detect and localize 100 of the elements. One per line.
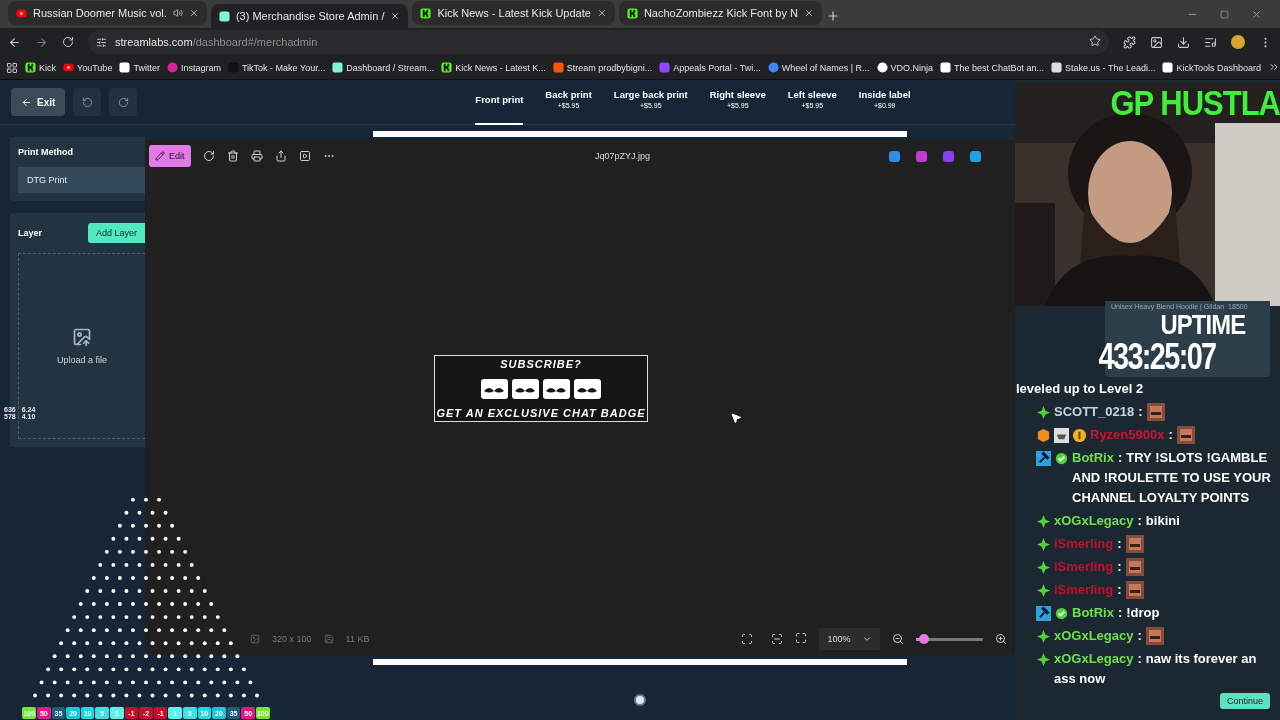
diamond-badge-icon (1036, 651, 1051, 667)
pencil-icon (155, 151, 165, 161)
site-icon (940, 62, 952, 73)
bookmark[interactable]: VDO.Ninja (890, 62, 934, 73)
cube-badge-icon (1036, 427, 1051, 443)
new-tab-icon[interactable] (825, 9, 840, 23)
site-icon (767, 62, 779, 73)
continue-button[interactable]: Continue (1219, 693, 1270, 709)
arrow-left-icon (21, 96, 32, 108)
close-icon[interactable] (390, 11, 401, 21)
bowl-badge-icon (1054, 427, 1069, 443)
play-logo-icon (63, 62, 74, 73)
hammer-badge-icon (1036, 605, 1051, 621)
coin-badge-icon (1072, 427, 1087, 443)
fullscreen-icon[interactable] (795, 632, 808, 644)
bookmark[interactable]: Dashboard / Stream... (346, 62, 435, 73)
crop-icon[interactable] (771, 633, 784, 645)
undo-button[interactable] (73, 88, 102, 116)
bookmark[interactable]: YouTube (77, 62, 113, 73)
extensions-icon[interactable] (1123, 35, 1136, 49)
close-icon[interactable] (803, 8, 814, 18)
site-icon (1051, 62, 1063, 73)
uptime-label: UPTIME (1160, 311, 1245, 339)
bookmark[interactable]: Twitter (133, 62, 160, 73)
zoom-in-icon[interactable] (995, 633, 1007, 645)
back-icon[interactable] (8, 35, 21, 49)
close-icon[interactable] (188, 8, 199, 18)
rotate-icon[interactable] (202, 150, 215, 162)
print-tab[interactable]: Front print (475, 79, 524, 125)
uptime-value: 433:25:07 (1099, 339, 1216, 375)
chat-message: xOGxLegacy : naw its forever an ass now (1054, 650, 1258, 688)
edit-button[interactable]: Edit (149, 145, 191, 167)
app-icon[interactable] (943, 150, 954, 162)
slideshow-icon[interactable] (298, 150, 311, 162)
close-icon[interactable] (596, 8, 607, 18)
site-icon (659, 62, 671, 73)
download-icon[interactable] (1177, 35, 1190, 49)
zoom-select[interactable]: 100% (819, 628, 881, 650)
forward-icon[interactable] (35, 35, 48, 49)
address-field[interactable]: streamlabs.com/dashboard#/merchadmin (88, 30, 1109, 54)
add-layer-button[interactable]: Add Layer (87, 223, 145, 243)
site-settings-icon[interactable] (96, 36, 107, 48)
redo-icon (117, 96, 129, 108)
reload-icon[interactable] (62, 36, 74, 48)
bookmark[interactable]: The best ChatBot an... (954, 62, 1045, 73)
browser-tab[interactable]: Russian Doomer Music vol. (8, 1, 207, 25)
print-method-select[interactable]: DTG Print (18, 167, 145, 193)
media-icon[interactable] (1204, 35, 1217, 49)
undo-icon (81, 96, 93, 108)
cloud-icon[interactable] (970, 150, 981, 162)
dimensions-icon (250, 634, 260, 644)
site-icon (218, 10, 230, 22)
card-title: Print Method (18, 147, 74, 157)
speaker-icon[interactable] (172, 8, 183, 18)
bookmark-star-icon[interactable] (1089, 35, 1101, 47)
bookmark[interactable]: Appeals Portal - Twi... (673, 62, 761, 73)
upload-icon (72, 327, 92, 347)
card-title: Layer (18, 228, 43, 238)
diamond-badge-icon (1036, 536, 1051, 552)
hammer-badge-icon (1036, 450, 1051, 466)
share-icon[interactable] (274, 150, 287, 162)
slider-thumb[interactable] (919, 634, 930, 644)
site-icon (626, 7, 638, 19)
bookmark[interactable]: Stake.us - The Leadi... (1065, 62, 1156, 73)
chat-message: iSmerling : (1054, 581, 1123, 599)
profile-avatar[interactable] (1231, 35, 1245, 49)
bookmark[interactable]: Kick News - Latest K... (455, 62, 546, 73)
save-icon (323, 634, 334, 644)
browser-tab[interactable]: Kick News - Latest Kick Update (412, 1, 615, 25)
delete-icon[interactable] (226, 150, 239, 162)
site-icon (166, 62, 178, 73)
cursor-icon (730, 412, 742, 424)
app-icon[interactable] (916, 150, 927, 162)
bookmark[interactable]: TikTok - Make Your... (241, 62, 326, 73)
bookmark[interactable]: Stream prodbybigni... (566, 62, 653, 73)
site-icon (552, 62, 564, 73)
app-icon[interactable] (889, 150, 900, 162)
browser-tab[interactable]: NachoZombiezz Kick Font by N (618, 1, 822, 25)
browser-tab[interactable]: (3) Merchandise Store Admin / (210, 4, 409, 28)
apps-icon[interactable] (6, 61, 18, 74)
chat-message: iSmerling : (1054, 558, 1123, 576)
diamond-badge-icon (1036, 404, 1051, 420)
redo-button[interactable] (109, 88, 138, 116)
url-path: /dashboard#/merchadmin (192, 36, 318, 48)
fit-icon[interactable] (741, 633, 754, 645)
verified-badge-icon (1054, 450, 1069, 466)
print-icon[interactable] (250, 150, 263, 162)
chat-message: SCOTT_0218 : (1054, 403, 1144, 421)
exit-button[interactable]: Exit (11, 88, 66, 116)
image-dimensions: 320 x 100 (272, 634, 312, 644)
banner-caption: GET AN EXCLUSIVE CHAT BADGE (436, 407, 646, 419)
carousel-dot-icon[interactable] (634, 694, 646, 706)
site-icon (441, 62, 453, 73)
bookmark[interactable]: Kick (39, 62, 56, 73)
zoom-out-icon[interactable] (892, 633, 905, 645)
play-logo-icon (16, 7, 27, 19)
bookmark[interactable]: Wheel of Names | R... (781, 62, 870, 73)
bookmark[interactable]: KickTools Dashboard (1176, 62, 1262, 73)
bookmark[interactable]: Instagram (180, 62, 221, 73)
verified-badge-icon (1054, 605, 1069, 621)
